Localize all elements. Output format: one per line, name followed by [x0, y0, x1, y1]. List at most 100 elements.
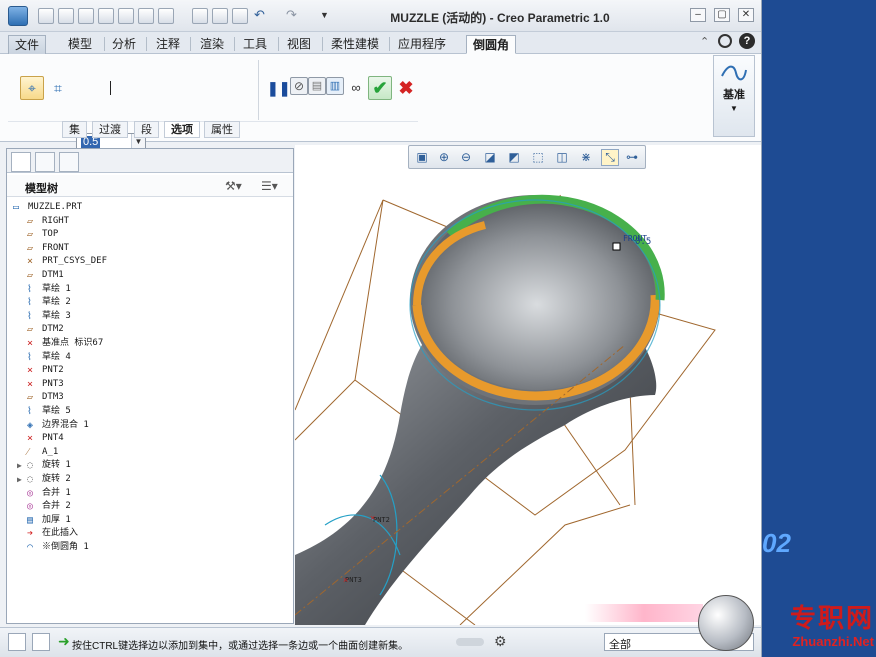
variable-round-icon[interactable]: ⌗ — [46, 76, 70, 100]
zoom-out-icon[interactable]: ⊖ — [457, 149, 475, 166]
tab-applications[interactable]: 应用程序 — [392, 35, 452, 54]
tab-file[interactable]: 文件 — [8, 35, 47, 54]
print-icon[interactable] — [98, 8, 114, 24]
pause-icon[interactable]: ❚❚ — [266, 76, 290, 100]
tree-item[interactable]: × PNT3 — [7, 378, 287, 391]
tree-item[interactable]: ⨯ PRT_CSYS_DEF — [7, 255, 287, 268]
help-icon[interactable]: ? — [739, 33, 755, 49]
tree-item[interactable]: ▱ DTM1 — [7, 269, 287, 282]
show-browser-icon[interactable] — [32, 633, 50, 651]
no-preview-icon[interactable]: ⊘ — [290, 77, 308, 95]
tree-item[interactable]: ⌇ 草绘 4 — [7, 351, 287, 364]
tree-item[interactable]: ▭ MUZZLE.PRT — [7, 201, 287, 214]
minimize-ribbon-icon[interactable]: ⌃ — [700, 35, 709, 48]
copy-icon[interactable] — [118, 8, 134, 24]
expand-arrow-icon[interactable]: ▶ — [17, 473, 22, 486]
tree-item[interactable]: ⌇ 草绘 1 — [7, 283, 287, 296]
tree-item[interactable]: × 基准点 标识67 — [7, 337, 287, 350]
close-button[interactable]: ✕ — [738, 8, 754, 22]
repaint-icon[interactable]: ◪ — [481, 149, 499, 166]
apply-checkmark-icon[interactable]: ✔ — [368, 76, 392, 100]
datum-dropdown-icon[interactable]: ▼ — [714, 104, 754, 113]
tree-item[interactable]: ▶ ◌ 旋转 1 — [7, 459, 287, 472]
tree-show-icon[interactable]: ☰▾ — [261, 179, 278, 193]
model-viewport[interactable]: FRONT 0.5 PNT2 PNT3 × × — [294, 145, 762, 626]
tree-item[interactable]: ▱ DTM3 — [7, 391, 287, 404]
tree-item[interactable]: ▶ ◌ 旋转 2 — [7, 473, 287, 486]
tab-model[interactable]: 模型 — [62, 35, 98, 54]
display-style-icon[interactable]: ◩ — [505, 149, 523, 166]
saved-orientations-icon[interactable]: ⬚ — [529, 149, 547, 166]
datum-display-icon[interactable]: ⋇ — [577, 149, 595, 166]
tab-round[interactable]: 倒圆角 — [466, 35, 517, 54]
refit-icon[interactable]: ▣ — [413, 149, 431, 166]
tab-annotate[interactable]: 注释 — [150, 35, 186, 54]
subtab-properties[interactable]: 属性 — [204, 121, 240, 138]
merge-icon: ◎ — [27, 487, 34, 499]
annotation-display-icon[interactable]: ⤡ — [601, 149, 619, 166]
tree-item[interactable]: ▱ FRONT — [7, 242, 287, 255]
search-icon[interactable] — [718, 34, 732, 48]
tree-item[interactable]: ⌇ 草绘 2 — [7, 296, 287, 309]
tree-item[interactable]: ⁄ A_1 — [7, 446, 287, 459]
glasses-preview-icon[interactable]: ∞ — [344, 76, 368, 100]
folder-browser-tab-icon[interactable] — [35, 152, 55, 172]
tab-render[interactable]: 渲染 — [194, 35, 230, 54]
regenerate-manager-icon[interactable]: ⚙ — [494, 633, 507, 650]
tree-item[interactable]: ➔ 在此插入 — [7, 527, 287, 540]
boundary-blend-icon: ◈ — [27, 419, 34, 431]
windows-icon[interactable] — [158, 8, 174, 24]
subtab-segments[interactable]: 段 — [134, 121, 159, 138]
preview-icon[interactable]: ▤ — [308, 77, 326, 95]
regenerate-icon[interactable] — [138, 8, 154, 24]
tree-item[interactable]: ◈ 边界混合 1 — [7, 419, 287, 432]
open-file-icon[interactable] — [58, 8, 74, 24]
minimize-button[interactable]: – — [690, 8, 706, 22]
redo-icon[interactable]: ↷ — [286, 8, 302, 24]
subtab-transitions[interactable]: 过渡 — [92, 121, 128, 138]
folder-icon[interactable] — [232, 8, 248, 24]
constant-round-icon[interactable]: ⌖ — [20, 76, 44, 100]
subtab-options[interactable]: 选项 — [164, 121, 200, 138]
tree-settings-icon[interactable]: ⚒▾ — [225, 179, 242, 193]
customize-toolbar-icon[interactable]: ▼ — [320, 8, 336, 24]
verify-mode-icon[interactable]: ▥ — [326, 77, 344, 95]
tree-item[interactable]: ▱ RIGHT — [7, 215, 287, 228]
tree-item[interactable]: ▱ DTM2 — [7, 323, 287, 336]
radius-dimension-label[interactable]: 0.5 — [635, 237, 651, 247]
graphics-window[interactable]: FRONT 0.5 PNT2 PNT3 × × — [294, 145, 762, 626]
navigator-tabs — [7, 149, 293, 173]
tab-flexible-modeling[interactable]: 柔性建模 — [325, 35, 385, 54]
tree-item[interactable]: ▱ TOP — [7, 228, 287, 241]
tab-view[interactable]: 视图 — [281, 35, 317, 54]
save-icon[interactable] — [78, 8, 94, 24]
view-manager-icon[interactable]: ◫ — [553, 149, 571, 166]
tree-item[interactable]: × PNT4 — [7, 432, 287, 445]
tree-item[interactable]: ⌇ 草绘 3 — [7, 310, 287, 323]
tree-item[interactable]: ◎ 合并 1 — [7, 487, 287, 500]
tree-item[interactable]: × PNT2 — [7, 364, 287, 377]
tree-item[interactable]: ◠ ※倒圆角 1 — [7, 541, 287, 554]
datum-group[interactable]: 基准 ▼ — [713, 55, 755, 137]
tab-tools[interactable]: 工具 — [237, 35, 273, 54]
radius-drag-handle[interactable] — [612, 242, 621, 251]
subtab-sets[interactable]: 集 — [62, 121, 87, 138]
edit-icon[interactable] — [192, 8, 208, 24]
zoom-in-icon[interactable]: ⊕ — [435, 149, 453, 166]
tree-item[interactable]: ⌇ 草绘 5 — [7, 405, 287, 418]
verify-icon[interactable] — [212, 8, 228, 24]
favorites-tab-icon[interactable] — [59, 152, 79, 172]
cancel-x-icon[interactable]: ✖ — [394, 76, 418, 100]
datum-curve-icon — [721, 65, 747, 81]
maximize-button[interactable]: ▢ — [714, 8, 730, 22]
tab-analysis[interactable]: 分析 — [106, 35, 142, 54]
show-navigator-icon[interactable] — [8, 633, 26, 651]
tree-item[interactable]: ◎ 合并 2 — [7, 500, 287, 513]
spin-center-icon[interactable]: ⊶ — [623, 149, 641, 166]
model-tree-tab-icon[interactable] — [11, 152, 31, 172]
new-file-icon[interactable] — [38, 8, 54, 24]
expand-arrow-icon[interactable]: ▶ — [17, 459, 22, 472]
undo-icon[interactable]: ↶ — [254, 8, 270, 24]
tree-item[interactable]: ▤ 加厚 1 — [7, 514, 287, 527]
creo-app-icon[interactable] — [8, 6, 28, 26]
